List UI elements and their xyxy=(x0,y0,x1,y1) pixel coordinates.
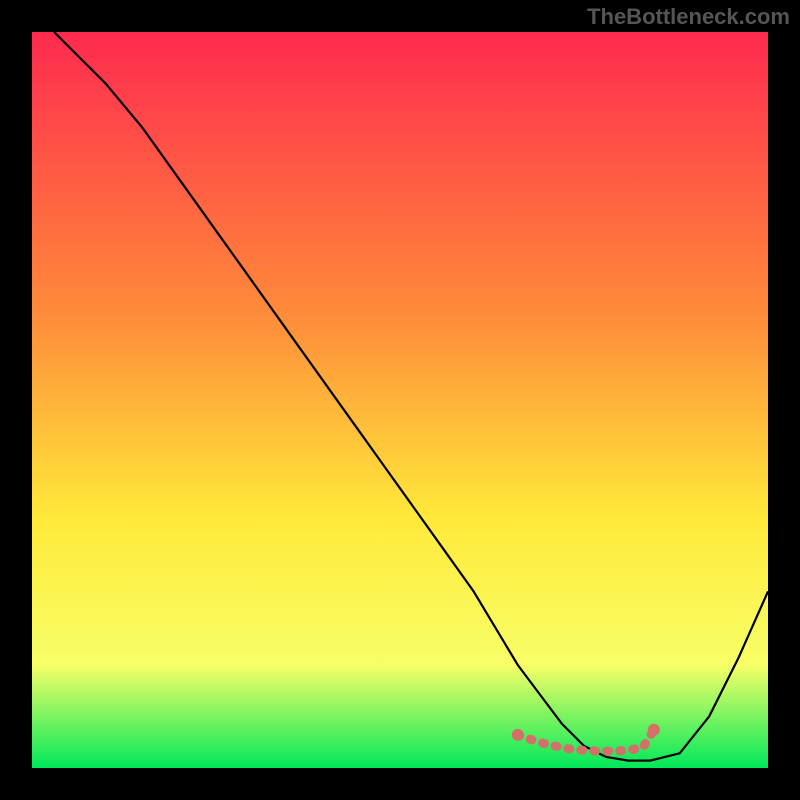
optimal-range-end-marker xyxy=(512,729,524,741)
plot-area xyxy=(32,32,768,768)
gradient-background xyxy=(32,32,768,768)
chart-frame: TheBottleneck.com xyxy=(0,0,800,800)
optimal-range-end-marker xyxy=(648,724,660,736)
watermark-text: TheBottleneck.com xyxy=(587,4,790,30)
chart-svg xyxy=(32,32,768,768)
